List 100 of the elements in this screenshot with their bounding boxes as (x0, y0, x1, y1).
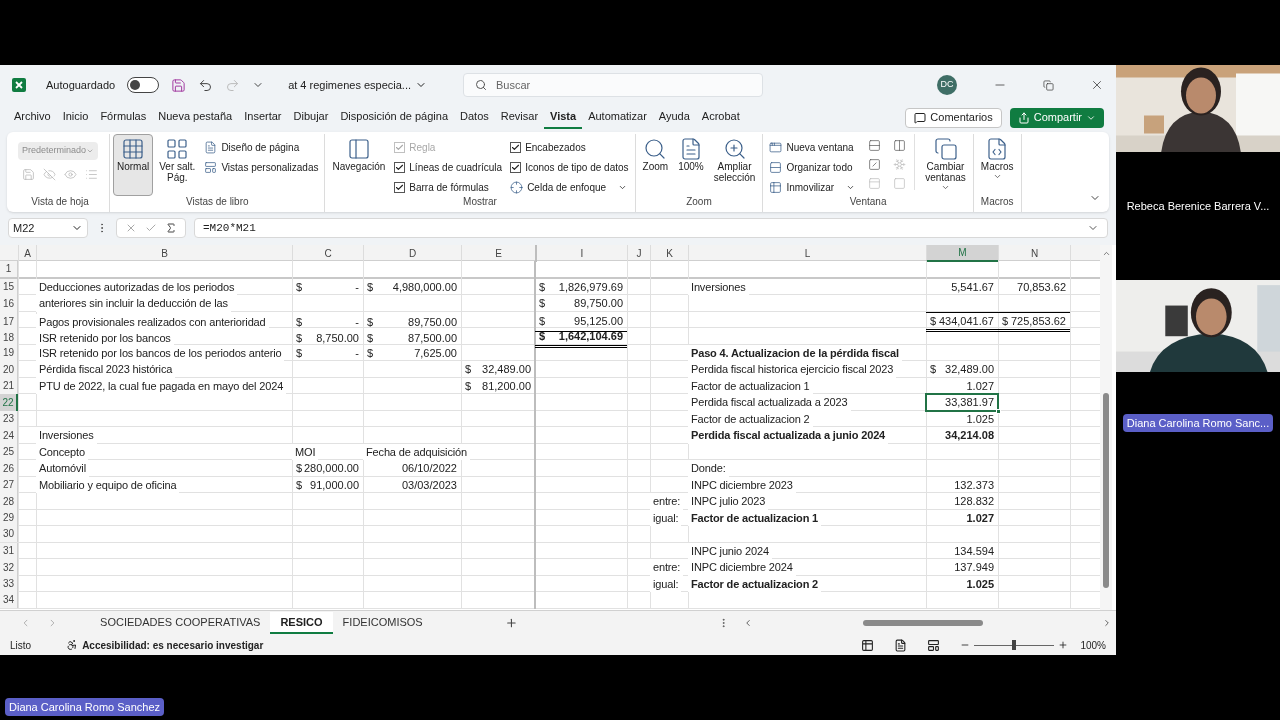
page-layout-icon[interactable] (894, 638, 908, 652)
menu-tab[interactable]: Revisar (494, 106, 545, 129)
participant-name: Diana Carolina Romo Sanchez (5, 697, 165, 716)
accessibility-status[interactable]: Accesibilidad: es necesario investigar (82, 637, 264, 653)
table-cell: Automóvil (36, 460, 89, 477)
ribbon-icon (769, 180, 783, 194)
ribbon-button[interactable]: Celda de enfoque (510, 177, 629, 197)
ribbon-button[interactable]: Cambiar ventanas (921, 134, 970, 195)
save-view-icon[interactable] (22, 168, 35, 181)
menu-tab[interactable]: Dibujar (287, 106, 335, 129)
ribbon-button[interactable]: Diseño de página (204, 137, 319, 157)
comment-icon (914, 111, 927, 124)
undo-icon[interactable] (198, 77, 214, 93)
ribbon-button[interactable]: 100% (674, 134, 708, 175)
close-icon[interactable] (1090, 78, 1104, 92)
save-icon[interactable] (171, 77, 187, 93)
sheet-tab[interactable]: FIDEICOMISOS (332, 612, 433, 634)
scroll-right-icon[interactable] (1102, 618, 1112, 628)
ribbon-button[interactable]: Ver salt. Pág. (155, 134, 200, 186)
ribbon-button[interactable]: Normal (113, 134, 154, 196)
menu-tab[interactable]: Archivo (8, 106, 57, 129)
scroll-up-icon[interactable] (1101, 249, 1111, 258)
ribbon-button[interactable]: Vistas personalizadas (204, 157, 319, 177)
split-icon[interactable] (868, 139, 882, 152)
menu-tab[interactable]: Fórmulas (94, 106, 153, 129)
menu-tab[interactable]: Ayuda (652, 106, 696, 129)
row-header[interactable]: 28 (0, 493, 18, 510)
enter-icon[interactable] (145, 222, 157, 234)
zoom-in-icon[interactable] (1058, 640, 1069, 650)
group-label: Vistas de libro (184, 195, 250, 209)
menu-tab[interactable]: Inicio (56, 106, 95, 129)
autosave-toggle[interactable] (127, 77, 160, 93)
ribbon-checkbox[interactable]: Encabezados (510, 137, 629, 157)
ribbon-button[interactable]: Macros (976, 134, 1018, 184)
menu-tab[interactable]: Datos (454, 106, 495, 129)
row-header[interactable]: 22 (0, 394, 18, 411)
side-by-side-icon[interactable] (893, 139, 907, 152)
user-avatar[interactable]: DC (937, 75, 957, 95)
menu-tab[interactable]: Acrobat (695, 106, 746, 129)
sheet-tab[interactable]: RESICO (270, 612, 333, 634)
row-header[interactable]: 1 (0, 261, 18, 277)
table-cell-text: $ - (295, 314, 360, 330)
ribbon-button[interactable]: Nueva ventana (769, 137, 856, 157)
menu-tab[interactable]: Disposición de página (334, 106, 454, 129)
list-icon[interactable] (85, 168, 98, 181)
row-header[interactable]: 26 (0, 460, 18, 477)
column-header[interactable]: M (926, 245, 998, 262)
add-sheet-icon[interactable] (504, 616, 518, 630)
table-cell: Pérdida fiscal 2023 histórica (36, 361, 176, 378)
row-header[interactable]: 24 (0, 427, 18, 444)
ribbon-checkbox[interactable]: Barra de fórmulas (394, 177, 503, 197)
ribbon-button[interactable]: Navegación (328, 134, 390, 175)
group-label: Macros (979, 195, 1015, 209)
row-header[interactable]: 34 (0, 592, 18, 608)
ribbon-button[interactable]: Zoom (638, 134, 673, 175)
share-button[interactable]: Compartir (1009, 107, 1104, 128)
eye-icon[interactable] (43, 168, 56, 181)
table-cell-text: $ - (295, 279, 360, 295)
menu-tab[interactable]: Insertar (238, 106, 288, 129)
name-box[interactable]: M22 (8, 218, 88, 238)
row-header[interactable]: 16 (0, 295, 18, 312)
filename-button[interactable]: at 4 regimenes especia... (288, 76, 428, 94)
row-header[interactable]: 32 (0, 559, 18, 576)
restore-icon[interactable] (1043, 79, 1054, 91)
vertical-scrollbar[interactable] (1100, 245, 1112, 610)
formula-field[interactable]: =M20*M21 (194, 218, 1108, 238)
table-cell-text: 137.949 (953, 560, 995, 575)
zoom-slider[interactable] (974, 640, 1055, 650)
table-cell-text: $ 32,489.00 (464, 362, 532, 377)
search-field[interactable]: Buscar (463, 73, 764, 97)
menu-tab[interactable]: Vista (544, 106, 583, 129)
ribbon-button[interactable]: Ampliar selección (709, 134, 760, 186)
row-header[interactable]: 30 (0, 526, 18, 542)
ribbon-checkbox[interactable]: Iconos de tipo de datos (510, 157, 629, 177)
ribbon-checkbox[interactable]: Líneas de cuadrícula (394, 157, 503, 177)
table-cell-text: $ 8,750.00 (295, 330, 360, 346)
comments-button[interactable]: Comentarios (905, 107, 1002, 128)
table-cell-text: $ 4,980,000.00 (366, 279, 458, 295)
hide-icon[interactable] (868, 158, 882, 171)
menu-tab[interactable]: Nueva pestaña (152, 106, 239, 129)
cancel-icon[interactable] (125, 222, 137, 234)
row-header[interactable]: 20 (0, 361, 18, 378)
participant-name: Diana Carolina Romo Sanc... (1122, 413, 1274, 432)
normal-view-icon[interactable] (861, 638, 875, 652)
fill-handle[interactable] (996, 408, 1001, 414)
menu-tab[interactable]: Automatizar (582, 106, 653, 129)
table-cell-text: 70,853.62 (1016, 279, 1067, 295)
participant-name: Rebeca Berenice Barrera V... (1126, 199, 1270, 214)
ribbon-button[interactable]: Inmovilizar (769, 177, 856, 197)
page-break-icon[interactable] (927, 638, 941, 652)
table-cell-text: $ 87,500.00 (366, 330, 458, 346)
table-cell-text: 1.027 (965, 510, 995, 526)
sheet-tab[interactable]: SOCIEDADES COOPERATIVAS (90, 612, 271, 634)
table-cell: Perdida fiscal historica ejercicio fiscal 2023 (688, 361, 897, 378)
table-cell-text: 1.025 (965, 576, 995, 592)
accessibility-icon[interactable] (66, 639, 79, 651)
table-cell-text: $ 7,625.00 (366, 345, 458, 361)
zoom-level[interactable]: 100% (1080, 637, 1106, 653)
ribbon-button[interactable]: Organizar todo (769, 157, 856, 177)
function-icon[interactable] (165, 222, 177, 234)
